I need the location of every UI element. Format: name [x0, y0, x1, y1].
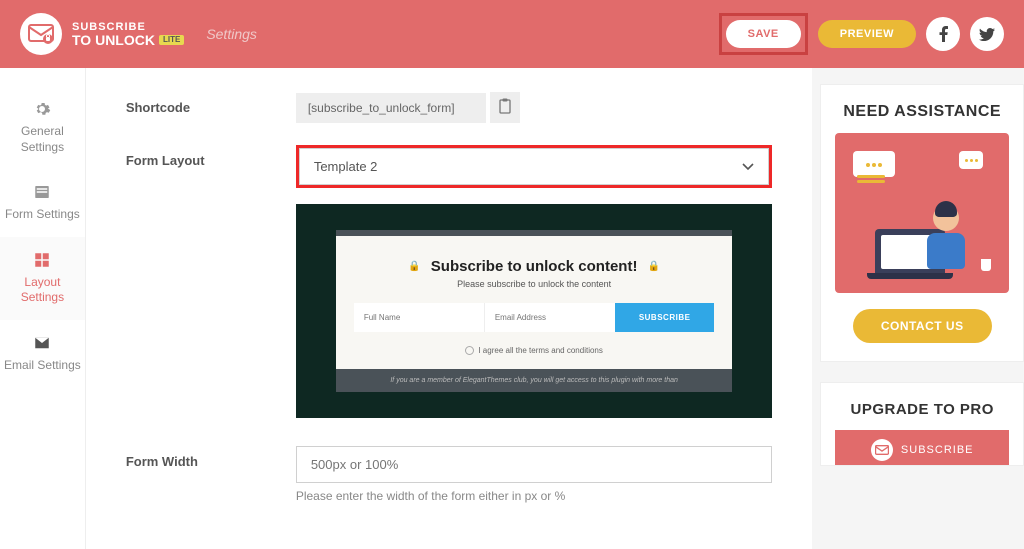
assistance-illustration	[835, 133, 1009, 293]
template-selected-value: Template 2	[314, 159, 378, 174]
brand-line1: SUBSCRIBE	[72, 22, 184, 33]
preview-inputs: SUBSCRIBE	[354, 303, 715, 332]
preview-title-row: 🔒 Subscribe to unlock content! 🔒	[354, 258, 715, 275]
sidebar-item-general[interactable]: General Settings	[0, 86, 85, 169]
preview-title: Subscribe to unlock content!	[431, 258, 638, 275]
preview-card: 🔒 Subscribe to unlock content! 🔒 Please …	[336, 230, 733, 392]
brand-text: SUBSCRIBE TO UNLOCK LITE	[72, 22, 184, 47]
form-width-control: Please enter the width of the form eithe…	[296, 446, 773, 503]
save-highlight: SAVE	[719, 13, 808, 55]
facebook-icon	[939, 26, 948, 42]
preview-subtitle: Please subscribe to unlock the content	[354, 279, 715, 289]
app-header: SUBSCRIBE TO UNLOCK LITE Settings SAVE P…	[0, 0, 1024, 68]
sidebar-item-label: Layout Settings	[21, 275, 64, 305]
body: General Settings Form Settings Layout Se…	[0, 68, 1024, 549]
header-actions: SAVE PREVIEW	[719, 13, 1004, 55]
preview-footer: If you are a member of ElegantThemes clu…	[336, 369, 733, 392]
shortcode-row: Shortcode	[126, 92, 773, 123]
chat-bubble-icon	[853, 151, 895, 177]
form-layout-row: Form Layout Template 2 🔒 Subscribe to un…	[126, 145, 773, 418]
settings-label: Settings	[206, 26, 257, 42]
sidebar-item-label: Email Settings	[4, 358, 81, 372]
shortcode-input[interactable]	[296, 93, 486, 123]
form-layout-control: Template 2 🔒 Subscribe to unlock content…	[296, 145, 773, 418]
upgrade-card: UPGRADE TO PRO SUBSCRIBE	[820, 382, 1024, 466]
mini-brand-logo	[871, 439, 893, 461]
twitter-icon	[979, 28, 995, 41]
form-width-label: Form Width	[126, 446, 296, 469]
mug-icon	[981, 259, 991, 271]
preview-fullname-input	[354, 303, 484, 332]
template-select[interactable]: Template 2	[299, 148, 770, 185]
form-width-row: Form Width Please enter the width of the…	[126, 446, 773, 503]
preview-agree-row: I agree all the terms and conditions	[354, 332, 715, 369]
twitter-link[interactable]	[970, 17, 1004, 51]
upgrade-brand-text: SUBSCRIBE	[901, 444, 974, 456]
sidebar-item-email[interactable]: Email Settings	[0, 320, 85, 388]
checkbox-icon	[465, 346, 474, 355]
preview-button[interactable]: PREVIEW	[818, 20, 916, 48]
typing-bubble-icon	[959, 151, 983, 169]
save-button[interactable]: SAVE	[726, 20, 801, 48]
template-preview: 🔒 Subscribe to unlock content! 🔒 Please …	[296, 204, 773, 418]
assistance-card: NEED ASSISTANCE CONTACT US	[820, 84, 1024, 362]
chevron-down-icon	[742, 163, 754, 171]
lock-icon: 🔒	[647, 261, 659, 272]
email-icon	[33, 334, 51, 352]
facebook-link[interactable]	[926, 17, 960, 51]
envelope-lock-icon	[28, 24, 54, 44]
right-column: NEED ASSISTANCE CONTACT US UPGRADE TO PR…	[820, 68, 1024, 549]
preview-agree-text: I agree all the terms and conditions	[478, 346, 603, 355]
template-select-highlight: Template 2	[296, 145, 773, 188]
main-panel: Shortcode Form Layout Template 2	[86, 68, 813, 549]
upgrade-banner: SUBSCRIBE	[835, 430, 1009, 466]
preview-email-input	[484, 303, 615, 332]
sidebar-item-form[interactable]: Form Settings	[0, 169, 85, 237]
gear-icon	[33, 100, 51, 118]
form-layout-label: Form Layout	[126, 145, 296, 168]
assistance-title: NEED ASSISTANCE	[835, 103, 1009, 121]
envelope-lock-icon	[875, 445, 889, 456]
lite-badge: LITE	[159, 35, 184, 45]
brand-logo	[20, 13, 62, 55]
copy-shortcode-button[interactable]	[490, 92, 520, 123]
settings-sidebar: General Settings Form Settings Layout Se…	[0, 68, 86, 549]
brand-line2: TO UNLOCK LITE	[72, 33, 184, 47]
form-width-input[interactable]	[296, 446, 773, 483]
clipboard-icon	[498, 98, 512, 114]
sidebar-item-label: General Settings	[21, 124, 64, 154]
form-width-help: Please enter the width of the form eithe…	[296, 489, 773, 503]
sidebar-item-layout[interactable]: Layout Settings	[0, 237, 85, 320]
form-icon	[33, 183, 51, 201]
layout-icon	[33, 251, 51, 269]
shortcode-label: Shortcode	[126, 92, 296, 115]
shortcode-control	[296, 92, 773, 123]
contact-us-button[interactable]: CONTACT US	[853, 309, 992, 343]
person-icon	[921, 205, 971, 275]
upgrade-title: UPGRADE TO PRO	[835, 401, 1009, 418]
brand: SUBSCRIBE TO UNLOCK LITE Settings	[20, 13, 257, 55]
sidebar-item-label: Form Settings	[5, 207, 80, 221]
preview-subscribe-button: SUBSCRIBE	[615, 303, 715, 332]
lock-icon: 🔒	[408, 261, 420, 272]
